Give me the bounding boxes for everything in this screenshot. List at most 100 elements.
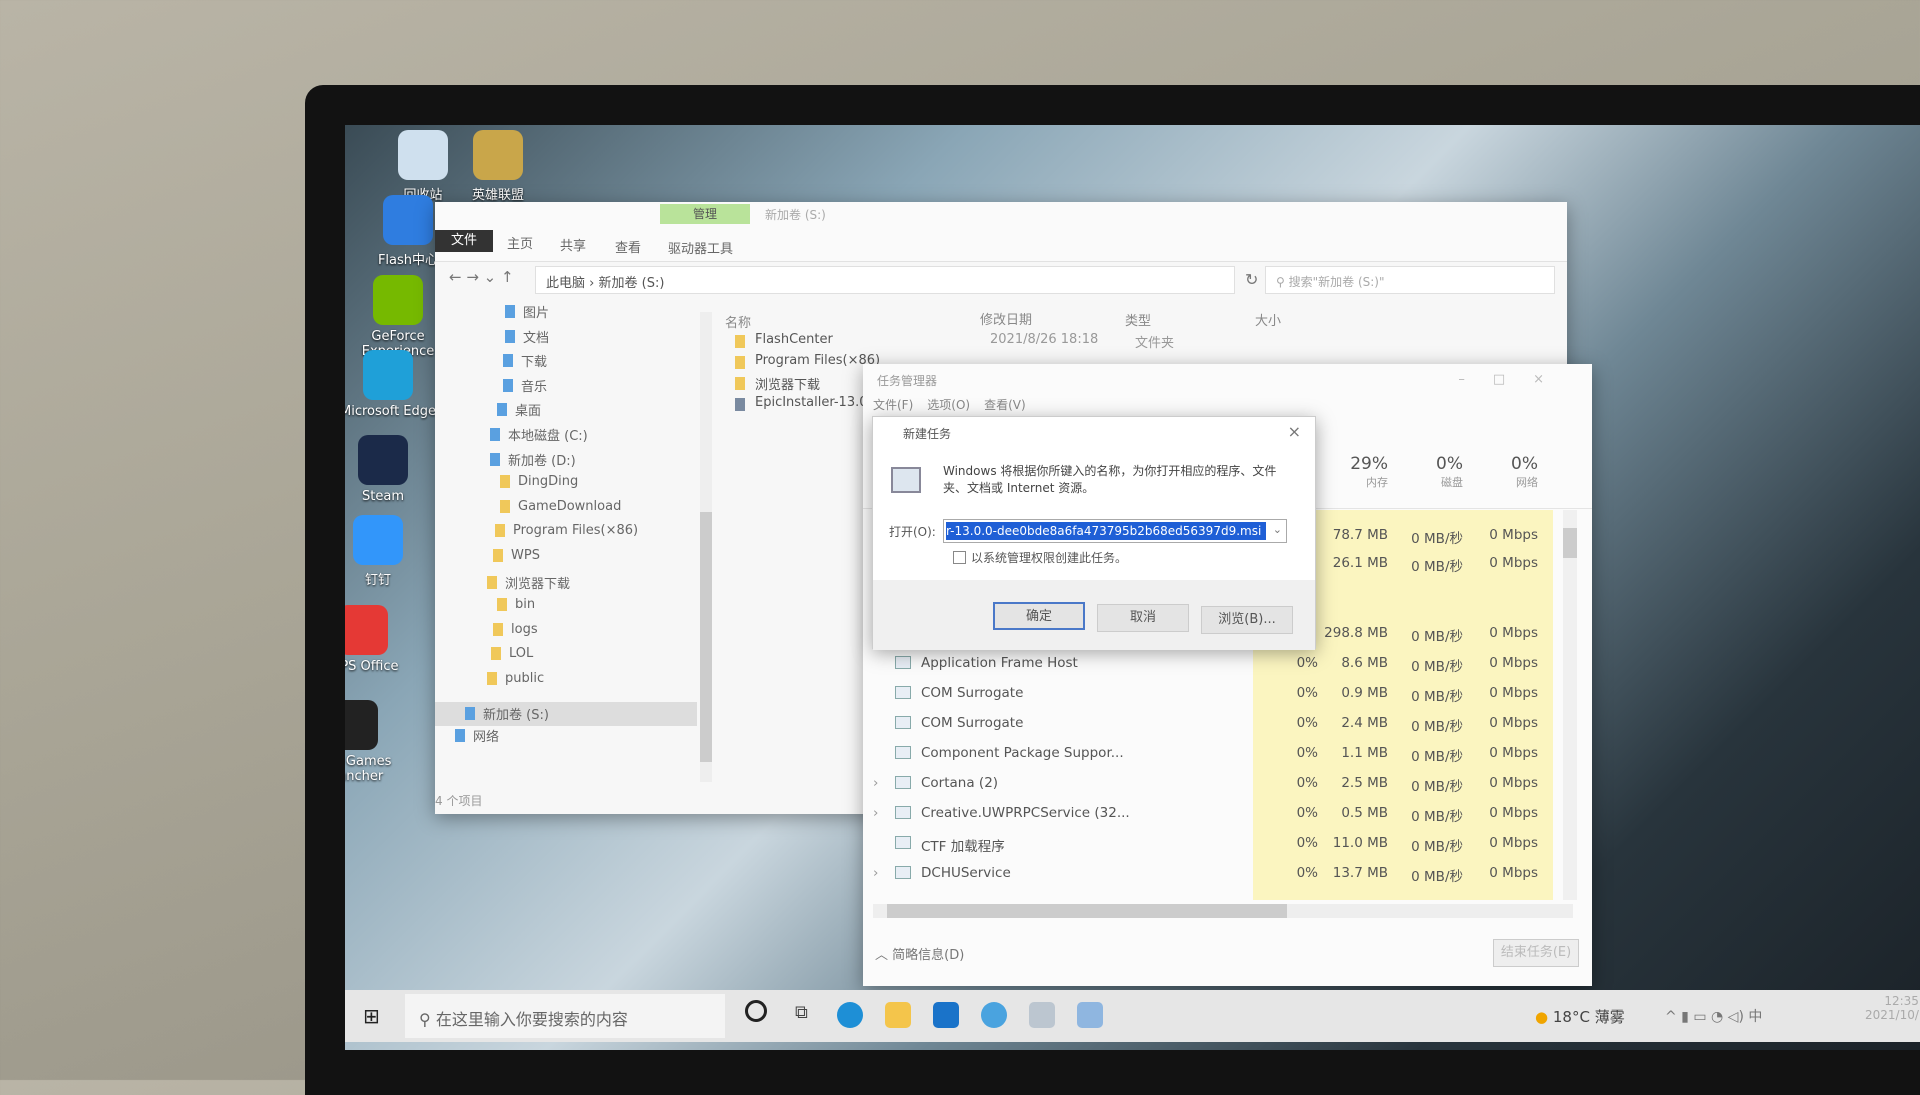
- nav-tree-item[interactable]: 文档: [505, 327, 549, 346]
- nav-tree-item[interactable]: WPS: [493, 548, 540, 563]
- process-row[interactable]: › DCHUService 0% 13.7 MB 0 MB/秒 0 Mbps: [863, 859, 1592, 889]
- ribbon-tab-drive-tools[interactable]: 驱动器工具: [668, 238, 733, 257]
- expand-chevron-icon[interactable]: ›: [873, 805, 878, 821]
- ribbon-tab-share[interactable]: 共享: [560, 235, 586, 254]
- file-row[interactable]: FlashCenter 2021/8/26 18:18 文件夹: [735, 332, 1515, 352]
- task-view-icon[interactable]: ⧉: [795, 1002, 808, 1023]
- expand-chevron-icon[interactable]: ›: [873, 865, 878, 881]
- nav-tree-item[interactable]: 本地磁盘 (C:): [490, 425, 588, 444]
- context-tab-manage[interactable]: 管理: [660, 204, 750, 224]
- menu-bar: 文件(F) 选项(O) 查看(V): [873, 396, 1026, 413]
- column-header-name[interactable]: 名称: [725, 312, 751, 331]
- nav-scrollbar[interactable]: [700, 312, 712, 782]
- nav-tree-item[interactable]: Program Files(×86): [495, 523, 638, 538]
- nav-tree-item[interactable]: LOL: [491, 646, 533, 661]
- process-row[interactable]: › Creative.UWPRPCService (32... 0% 0.5 MB 0 …: [863, 799, 1592, 829]
- breadcrumb-drive[interactable]: 新加卷 (S:): [598, 276, 664, 291]
- search-box[interactable]: ⚲ 搜索"新加卷 (S:)": [1265, 266, 1555, 294]
- process-icon: [895, 776, 911, 789]
- cortana-icon[interactable]: [745, 1000, 767, 1022]
- weather-widget[interactable]: ● 18°C 薄雾: [1535, 1006, 1625, 1027]
- nav-tree-item[interactable]: 新加卷 (D:): [490, 450, 576, 469]
- desktop-icon[interactable]: 钉钉: [345, 515, 426, 588]
- column-header-size[interactable]: 大小: [1255, 310, 1281, 329]
- nav-tree-item[interactable]: 浏览器下载: [487, 573, 570, 592]
- process-row[interactable]: COM Surrogate 0% 0.9 MB 0 MB/秒 0 Mbps: [863, 679, 1592, 709]
- memory-column-header[interactable]: 29% 内存: [1318, 454, 1388, 490]
- column-header-type[interactable]: 类型: [1125, 310, 1151, 329]
- breadcrumb-this-pc[interactable]: 此电脑: [546, 276, 585, 291]
- internet-explorer-icon[interactable]: [981, 1002, 1007, 1028]
- vertical-scrollbar[interactable]: [1563, 510, 1577, 900]
- chevron-down-icon[interactable]: ⌄: [1273, 523, 1282, 536]
- run-app-icon[interactable]: [1029, 1002, 1055, 1028]
- admin-checkbox[interactable]: [953, 551, 966, 564]
- menu-file[interactable]: 文件(F): [873, 396, 913, 413]
- file-explorer-icon[interactable]: [885, 1002, 911, 1028]
- process-row[interactable]: CTF 加载程序 0% 11.0 MB 0 MB/秒 0 Mbps: [863, 829, 1592, 859]
- cancel-button[interactable]: 取消: [1097, 604, 1189, 632]
- folder-icon: [497, 598, 507, 612]
- edge-icon[interactable]: [837, 1002, 863, 1028]
- start-button[interactable]: ⊞: [363, 1004, 380, 1028]
- desktop-icon[interactable]: Epic Games Launcher: [345, 700, 401, 784]
- task-manager-icon[interactable]: [1077, 1002, 1103, 1028]
- nav-tree-item[interactable]: 桌面: [497, 400, 541, 419]
- fewer-details-button[interactable]: ︿ 简略信息(D): [875, 944, 964, 963]
- desktop-icon[interactable]: 英雄联盟: [450, 130, 546, 203]
- column-header-modified[interactable]: 修改日期: [980, 309, 1032, 328]
- address-bar[interactable]: 此电脑 › 新加卷 (S:): [535, 266, 1235, 294]
- nav-tree-item[interactable]: public: [487, 671, 544, 686]
- desktop-icon[interactable]: Microsoft Edge: [345, 350, 436, 419]
- system-tray[interactable]: ^ ▮ ▭ ◔ ◁) 中: [1665, 1006, 1762, 1026]
- location-icon: [503, 354, 513, 368]
- nav-tree-item[interactable]: 音乐: [503, 376, 547, 395]
- network-column-header[interactable]: 0% 网络: [1468, 454, 1538, 490]
- weather-icon: ●: [1535, 1008, 1553, 1026]
- folder-icon: [735, 335, 745, 348]
- nav-tree-item[interactable]: 图片: [505, 302, 549, 321]
- nav-tree-item[interactable]: logs: [493, 622, 538, 637]
- refresh-icon[interactable]: ↻: [1245, 270, 1258, 289]
- search-icon: ⚲: [419, 1010, 436, 1029]
- nav-tree-item[interactable]: bin: [497, 597, 535, 612]
- desktop-icon[interactable]: GeForce Experience: [350, 275, 446, 359]
- nav-tree-item[interactable]: 下载: [503, 351, 547, 370]
- dialog-description: Windows 将根据你所键入的名称，为你打开相应的程序、文件夹、文档或 Int…: [943, 464, 1277, 495]
- nav-tree-item[interactable]: 新加卷 (S:): [435, 701, 697, 726]
- close-icon[interactable]: ×: [1288, 422, 1301, 441]
- menu-view[interactable]: 查看(V): [984, 396, 1026, 413]
- disk-column-header[interactable]: 0% 磁盘: [1393, 454, 1463, 490]
- ribbon-tab-view[interactable]: 查看: [615, 237, 641, 256]
- desktop-icon[interactable]: Steam: [345, 435, 431, 504]
- process-row[interactable]: COM Surrogate 0% 2.4 MB 0 MB/秒 0 Mbps: [863, 709, 1592, 739]
- window-controls[interactable]: –□×: [1458, 372, 1572, 387]
- create-new-task-dialog: 新建任务 × Windows 将根据你所键入的名称，为你打开相应的程序、文件夹、…: [872, 416, 1316, 650]
- nav-tree-item[interactable]: GameDownload: [500, 499, 621, 514]
- menu-options[interactable]: 选项(O): [927, 396, 970, 413]
- horizontal-scrollbar[interactable]: [873, 904, 1573, 918]
- ribbon-tab-file[interactable]: 文件: [435, 230, 493, 252]
- nav-buttons[interactable]: ← → ⌄ ↑: [449, 268, 514, 286]
- app-icon: [473, 130, 523, 180]
- ok-button[interactable]: 确定: [993, 602, 1085, 630]
- ribbon-tab-home[interactable]: 主页: [507, 233, 533, 252]
- folder-icon: [500, 499, 510, 513]
- location-icon: [505, 329, 515, 343]
- nav-tree-item[interactable]: DingDing: [500, 474, 578, 489]
- mail-icon[interactable]: [933, 1002, 959, 1028]
- clock[interactable]: 12:35 2021/10/: [1865, 994, 1919, 1022]
- app-icon: [358, 435, 408, 485]
- nav-tree-item[interactable]: 网络: [455, 726, 499, 745]
- browse-button[interactable]: 浏览(B)...: [1201, 606, 1293, 634]
- end-task-button[interactable]: 结束任务(E): [1493, 939, 1579, 967]
- process-row[interactable]: › Cortana (2) 0% 2.5 MB 0 MB/秒 0 Mbps: [863, 769, 1592, 799]
- expand-chevron-icon[interactable]: ›: [873, 775, 878, 791]
- admin-checkbox-label[interactable]: 以系统管理权限创建此任务。: [971, 549, 1127, 566]
- process-row[interactable]: Application Frame Host 0% 8.6 MB 0 MB/秒 0 Mb…: [863, 649, 1592, 679]
- open-combobox[interactable]: r-13.0.0-dee0bde8a6fa473795b2b68ed56397d…: [943, 519, 1287, 543]
- open-input[interactable]: r-13.0.0-dee0bde8a6fa473795b2b68ed56397d…: [946, 522, 1266, 540]
- desktop-icon[interactable]: WPS Office: [345, 605, 411, 674]
- taskbar-search[interactable]: ⚲ 在这里输入你要搜索的内容: [405, 994, 725, 1038]
- process-row[interactable]: Component Package Suppor... 0% 1.1 MB 0 MB/…: [863, 739, 1592, 769]
